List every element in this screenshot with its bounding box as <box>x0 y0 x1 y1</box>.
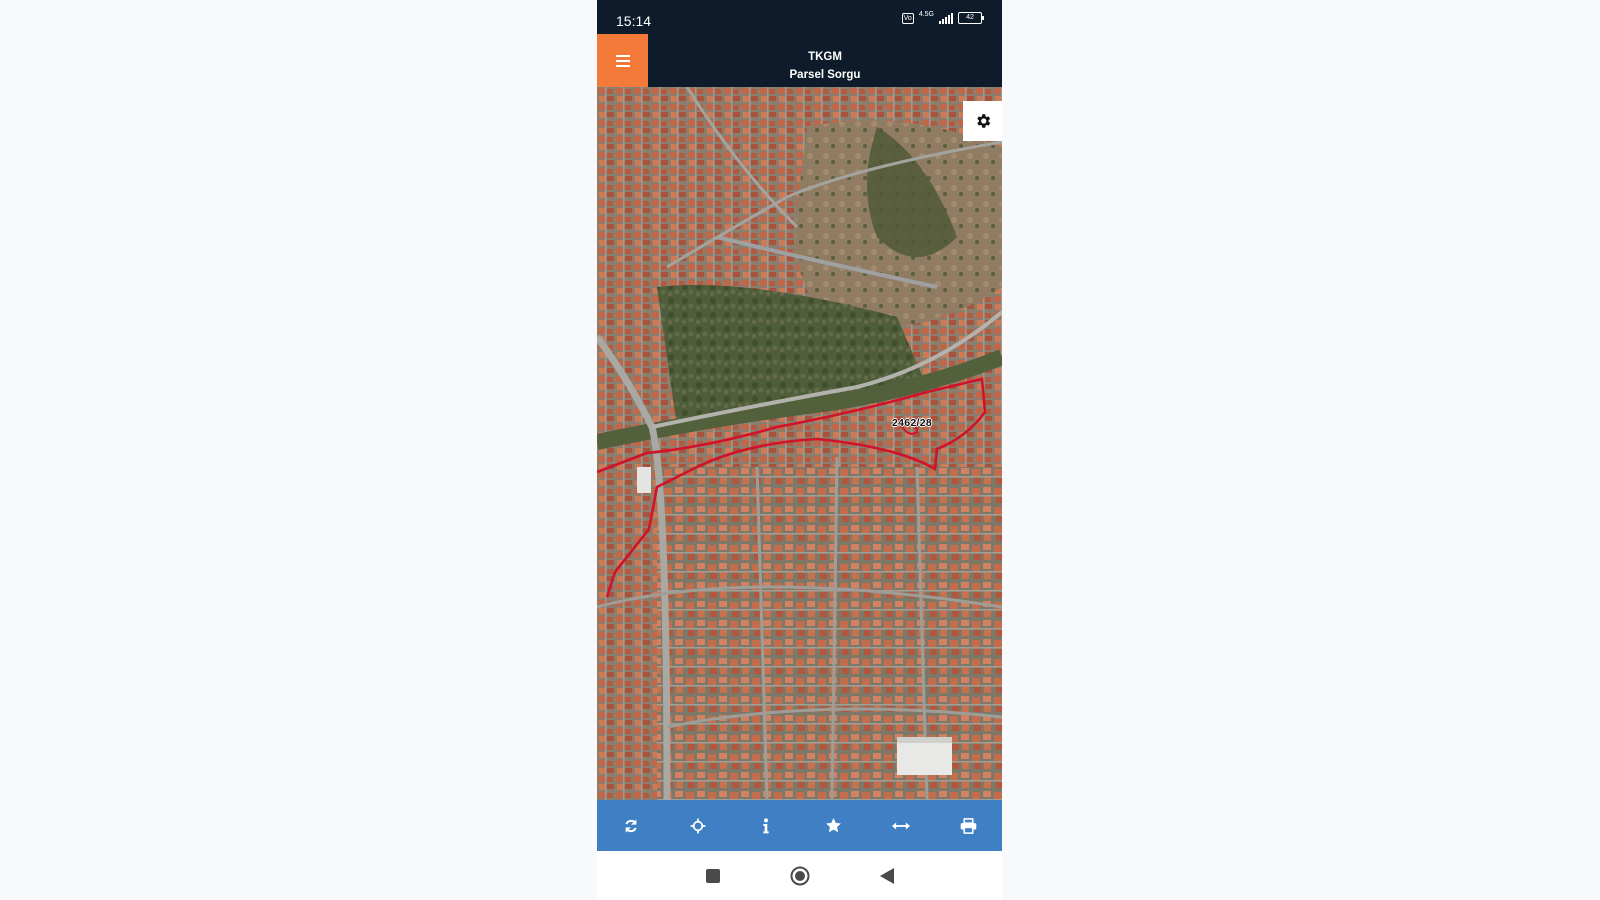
hamburger-menu-icon <box>615 54 630 67</box>
signal-strength-icon <box>939 12 953 24</box>
map-settings-button[interactable] <box>963 101 1002 141</box>
recent-apps-square-icon <box>705 868 720 883</box>
map-view[interactable]: 2462/28 <box>597 87 1002 800</box>
measure-arrows-icon <box>891 822 910 829</box>
network-type-label: 4.5G <box>918 11 934 18</box>
measure-button[interactable] <box>881 806 921 846</box>
status-bar: 15:14 Vo 4.5G 42 <box>597 0 1002 34</box>
app-subtitle: Parsel Sorgu <box>789 69 861 81</box>
menu-button[interactable] <box>597 34 648 87</box>
home-button[interactable] <box>790 866 810 886</box>
app-header: TKGM Parsel Sorgu <box>597 34 1002 87</box>
refresh-icon <box>625 818 637 833</box>
back-triangle-icon <box>879 867 894 884</box>
app-title: TKGM <box>808 51 842 63</box>
print-icon <box>960 817 977 834</box>
status-time: 15:14 <box>616 13 652 29</box>
favorites-button[interactable] <box>813 806 853 846</box>
status-icons: Vo 4.5G 42 <box>901 11 984 24</box>
locate-button[interactable] <box>678 806 718 846</box>
refresh-button[interactable] <box>611 806 651 846</box>
gear-icon <box>976 114 990 128</box>
crosshair-locate-icon <box>690 818 706 833</box>
phone-screen: 15:14 Vo 4.5G 42 TKGM Parsel Sorgu 2462/… <box>597 0 1002 900</box>
star-icon <box>825 818 841 833</box>
satellite-map-image <box>597 87 1002 800</box>
print-button[interactable] <box>948 806 988 846</box>
battery-icon: 42 <box>958 12 984 24</box>
home-circle-icon <box>790 866 809 885</box>
info-button[interactable] <box>746 806 786 846</box>
recent-apps-button[interactable] <box>705 868 720 883</box>
bottom-toolbar <box>597 800 1002 851</box>
info-icon <box>763 817 769 833</box>
parcel-number-label[interactable]: 2462/28 <box>892 417 932 429</box>
system-navigation-bar <box>597 851 1002 900</box>
header-title-block: TKGM Parsel Sorgu <box>648 48 1002 84</box>
back-button[interactable] <box>879 867 894 884</box>
volte-icon: Vo <box>901 12 914 24</box>
